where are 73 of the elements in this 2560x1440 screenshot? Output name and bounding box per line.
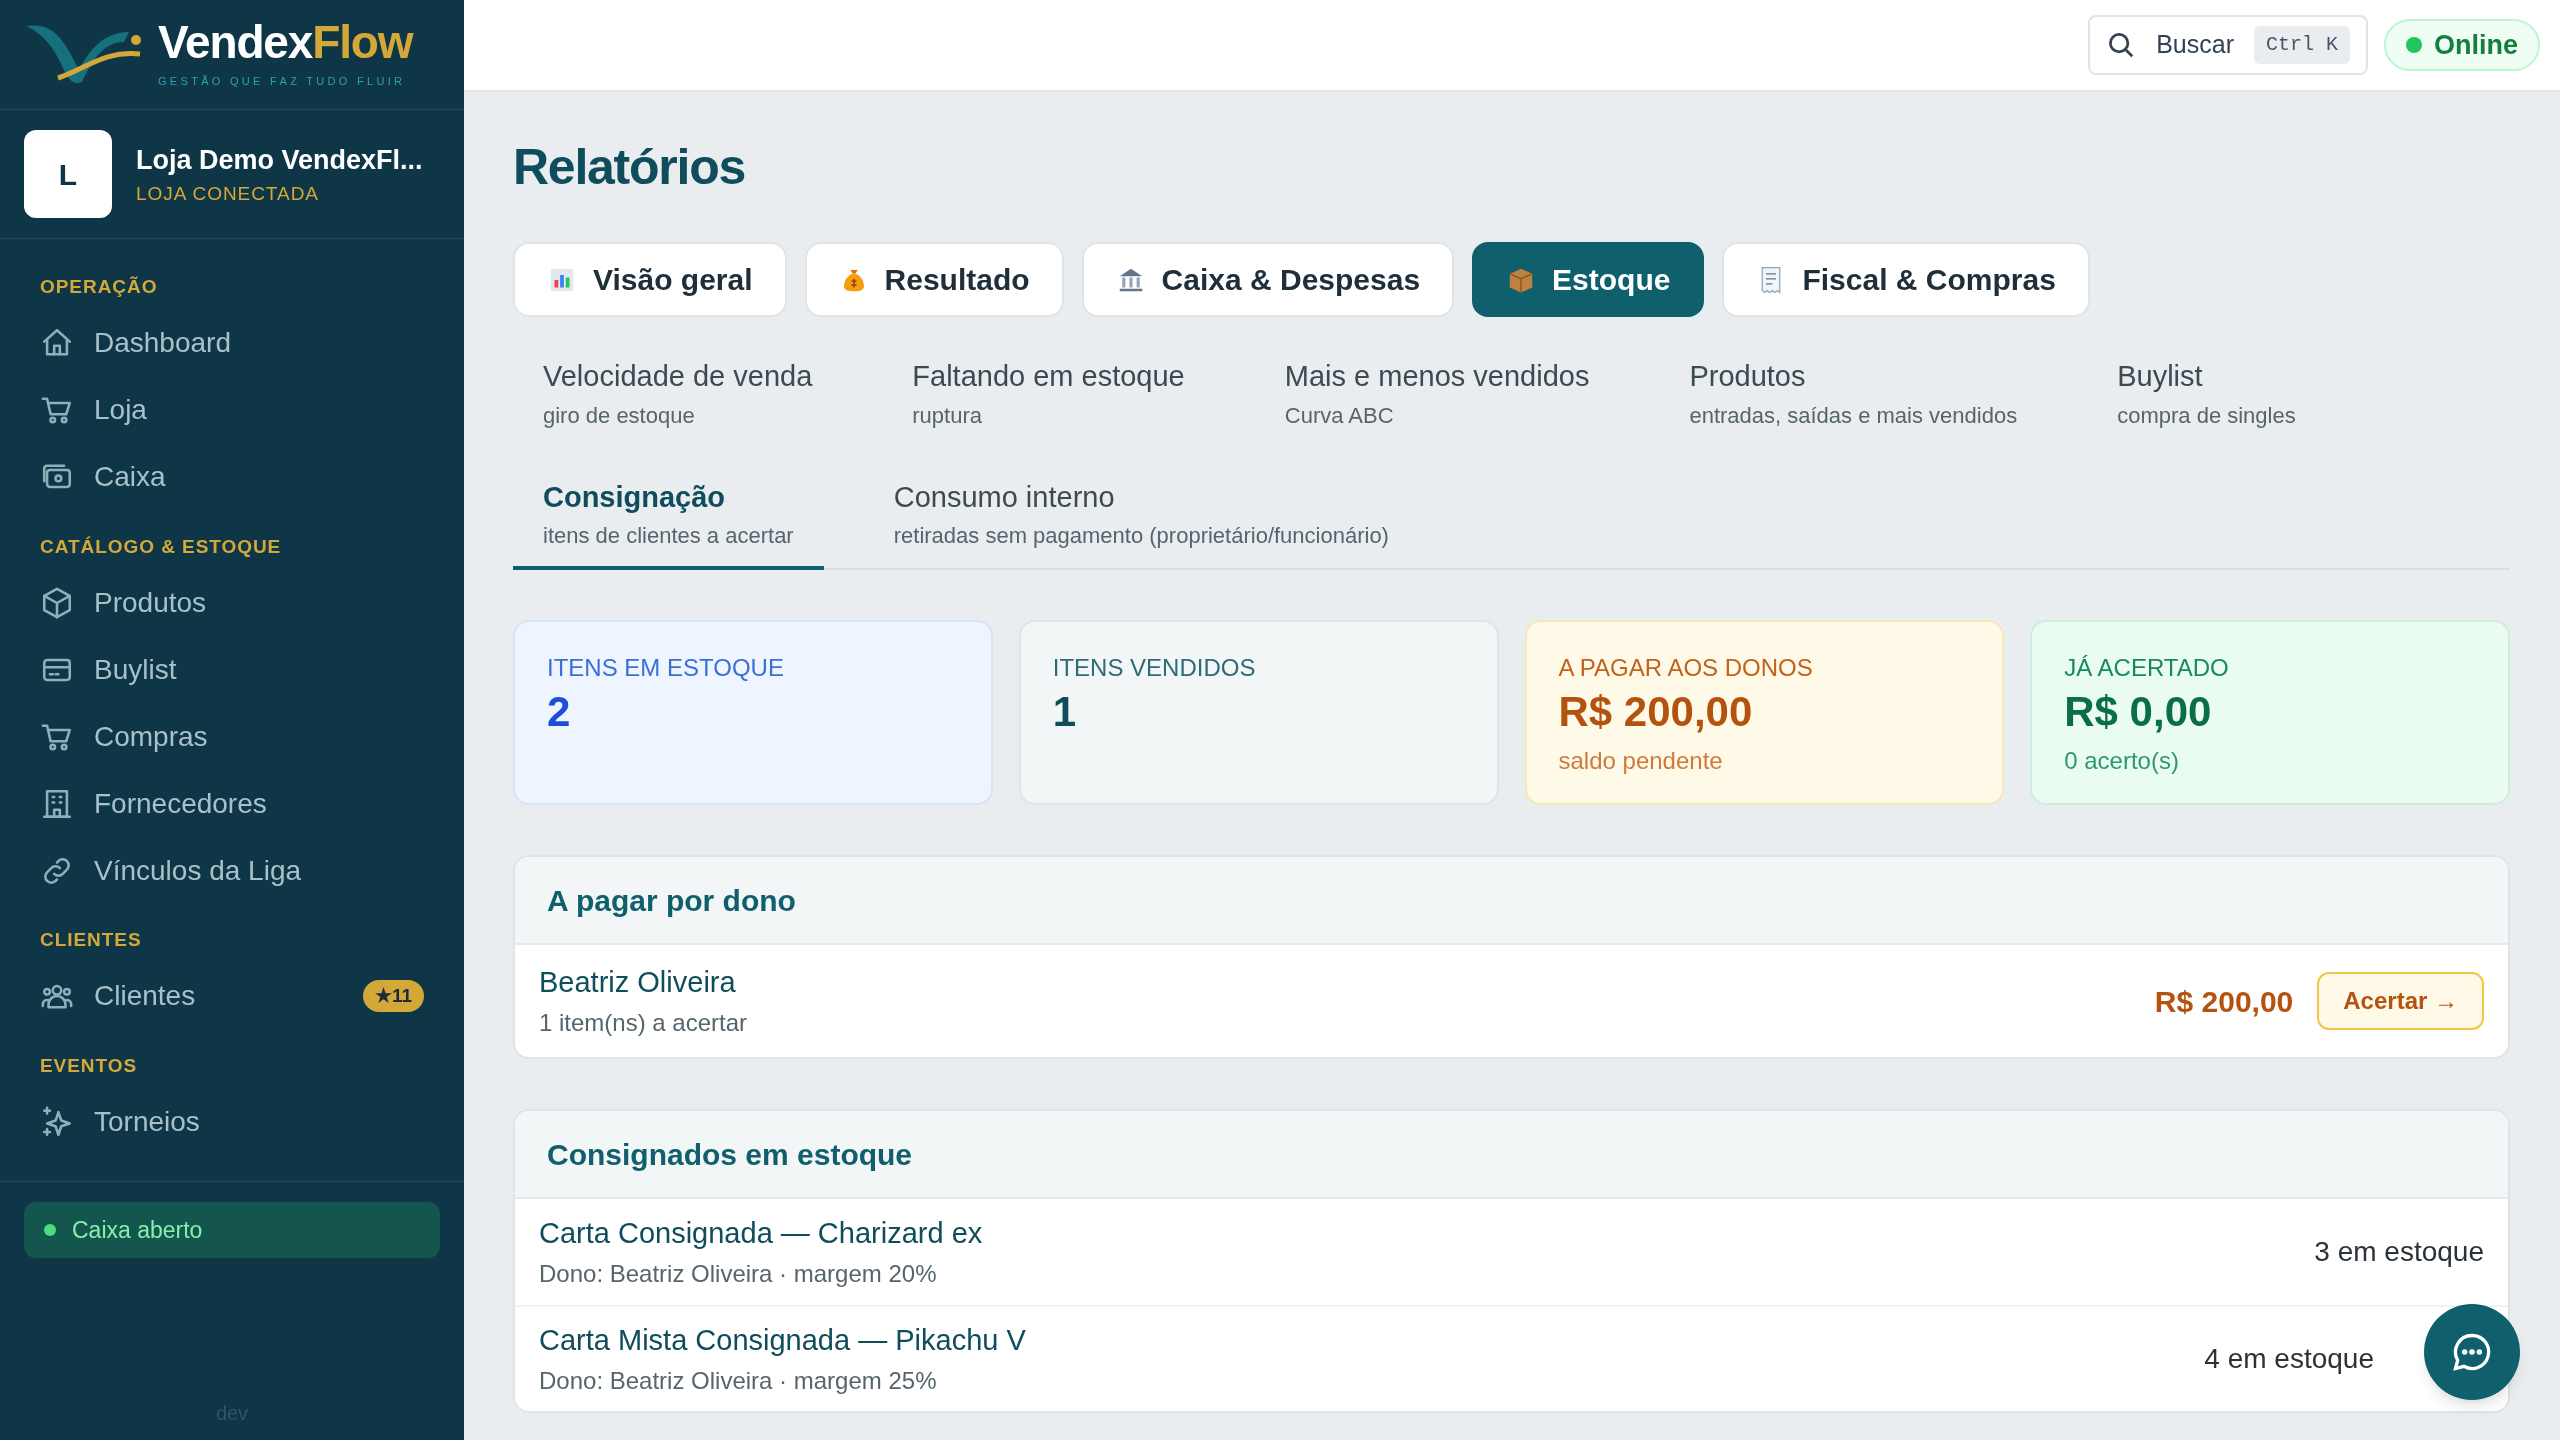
stock-quantity: 3 em estoque <box>2314 1235 2484 1269</box>
subtab[interactable]: Buylist compra de singles <box>2087 347 2326 450</box>
subtab-subtitle: giro de estoque <box>543 401 695 430</box>
brand-name: VendexFlow <box>158 19 413 66</box>
stat-value: 1 <box>1052 687 1078 737</box>
count-badge: ★11 <box>362 979 424 1013</box>
settle-button[interactable]: Acertar → <box>2317 972 2484 1030</box>
report-tab[interactable]: Visão geral <box>513 242 787 317</box>
stat-value: 2 <box>547 687 572 737</box>
stat-label: ITENS VENDIDOS <box>1052 653 1257 683</box>
store-name: Loja Demo VendexFl... <box>136 143 423 177</box>
subtab-title: Consumo interno <box>893 479 1115 515</box>
subtab[interactable]: Velocidade de venda giro de estoque <box>513 347 843 450</box>
stat-value: R$ 0,00 <box>2064 687 2213 737</box>
online-status-badge: Online <box>2384 19 2540 71</box>
report-tab[interactable]: Caixa & Despesas <box>1081 242 1455 317</box>
nav-item[interactable]: Fornecedores <box>24 770 440 837</box>
nav-item[interactable]: Vínculos da Liga <box>24 837 440 904</box>
nav-section-heading: OPERAÇÃO <box>39 275 159 299</box>
owner-detail: 1 item(ns) a acertar <box>539 1007 749 1038</box>
item-name: Carta Consignada — Charizard ex <box>539 1216 984 1252</box>
subtab-subtitle: compra de singles <box>2117 401 2296 430</box>
nav-item[interactable]: Produtos <box>24 569 440 636</box>
subtab-subtitle: retiradas sem pagamento (proprietário/funcionário) <box>893 522 1389 550</box>
owner-name: Beatriz Oliveira <box>539 965 737 1001</box>
report-tab[interactable]: Estoque <box>1472 242 1705 317</box>
subtab-title: Velocidade de venda <box>543 359 813 394</box>
panel-title: Consignados em estoque <box>547 1136 913 1173</box>
subtab-title: Mais e menos vendidos <box>1284 359 1590 394</box>
subtab-title: Faltando em estoque <box>912 359 1185 394</box>
stat-note: 0 acerto(s) <box>2064 745 2180 776</box>
stat-value: R$ 200,00 <box>1558 687 1754 737</box>
nav-item[interactable]: Compras <box>24 703 440 770</box>
stat-label: A PAGAR AOS DONOS <box>1558 653 1814 683</box>
item-detail: Dono: Beatriz Oliveira · margem 25% <box>539 1365 938 1396</box>
cash-status-text: Caixa aberto <box>72 1215 203 1245</box>
store-avatar: L <box>24 130 112 218</box>
nav-item[interactable]: Caixa <box>24 443 440 511</box>
subtab[interactable]: Produtos entradas, saídas e mais vendidos <box>1659 347 2048 450</box>
subtab-title: Consignação <box>543 479 726 515</box>
stock-quantity: 4 em estoque <box>2204 1342 2374 1376</box>
subtab-subtitle: ruptura <box>912 401 982 430</box>
store-status: LOJA CONECTADA <box>136 182 320 206</box>
subtab[interactable]: Consumo interno retiradas sem pagamento (proprietário/funcionário) <box>863 467 1419 570</box>
stat-note: saldo pendente <box>1558 745 1724 776</box>
stat-label: JÁ ACERTADO <box>2064 653 2230 683</box>
page-title: Relatórios <box>513 142 746 192</box>
panel-title: A pagar por dono <box>547 882 796 919</box>
nav-section-heading: EVENTOS <box>39 1053 139 1078</box>
nav-item[interactable]: Buylist <box>24 636 440 703</box>
nav-section-heading: CLIENTES <box>39 928 143 952</box>
subtab-subtitle: entradas, saídas e mais vendidos <box>1689 401 2018 430</box>
subtab-title: Produtos <box>1689 359 1806 394</box>
report-tab[interactable]: Resultado <box>804 242 1064 317</box>
search-field[interactable]: Buscar Ctrl K <box>2088 15 2368 75</box>
subtab[interactable]: Consignação itens de clientes a acertar <box>513 467 824 570</box>
nav-item[interactable]: Clientes ★11 <box>24 962 440 1030</box>
subtab-subtitle: itens de clientes a acertar <box>543 522 794 550</box>
shortcut-key: Ctrl K <box>2253 26 2350 64</box>
owner-amount: R$ 200,00 <box>2154 983 2294 1020</box>
item-detail: Dono: Beatriz Oliveira · margem 20% <box>539 1258 938 1289</box>
item-name: Carta Mista Consignada — Pikachu V <box>539 1323 1027 1359</box>
subtab[interactable]: Mais e menos vendidos Curva ABC <box>1254 347 1620 450</box>
stat-label: ITENS EM ESTOQUE <box>547 653 785 683</box>
subtab[interactable]: Faltando em estoque ruptura <box>882 347 1215 450</box>
report-tab[interactable]: Fiscal & Compras <box>1722 242 2090 317</box>
nav-item[interactable]: Loja <box>24 376 440 444</box>
brand-tagline: GESTÃO QUE FAZ TUDO FLUIR <box>158 74 407 90</box>
subtab-title: Buylist <box>2117 359 2203 394</box>
nav-section-heading: CATÁLOGO & ESTOQUE <box>39 534 283 559</box>
nav-item[interactable]: Torneios <box>24 1088 440 1155</box>
subtab-subtitle: Curva ABC <box>1284 401 1394 430</box>
nav-item[interactable]: Dashboard <box>24 309 440 377</box>
